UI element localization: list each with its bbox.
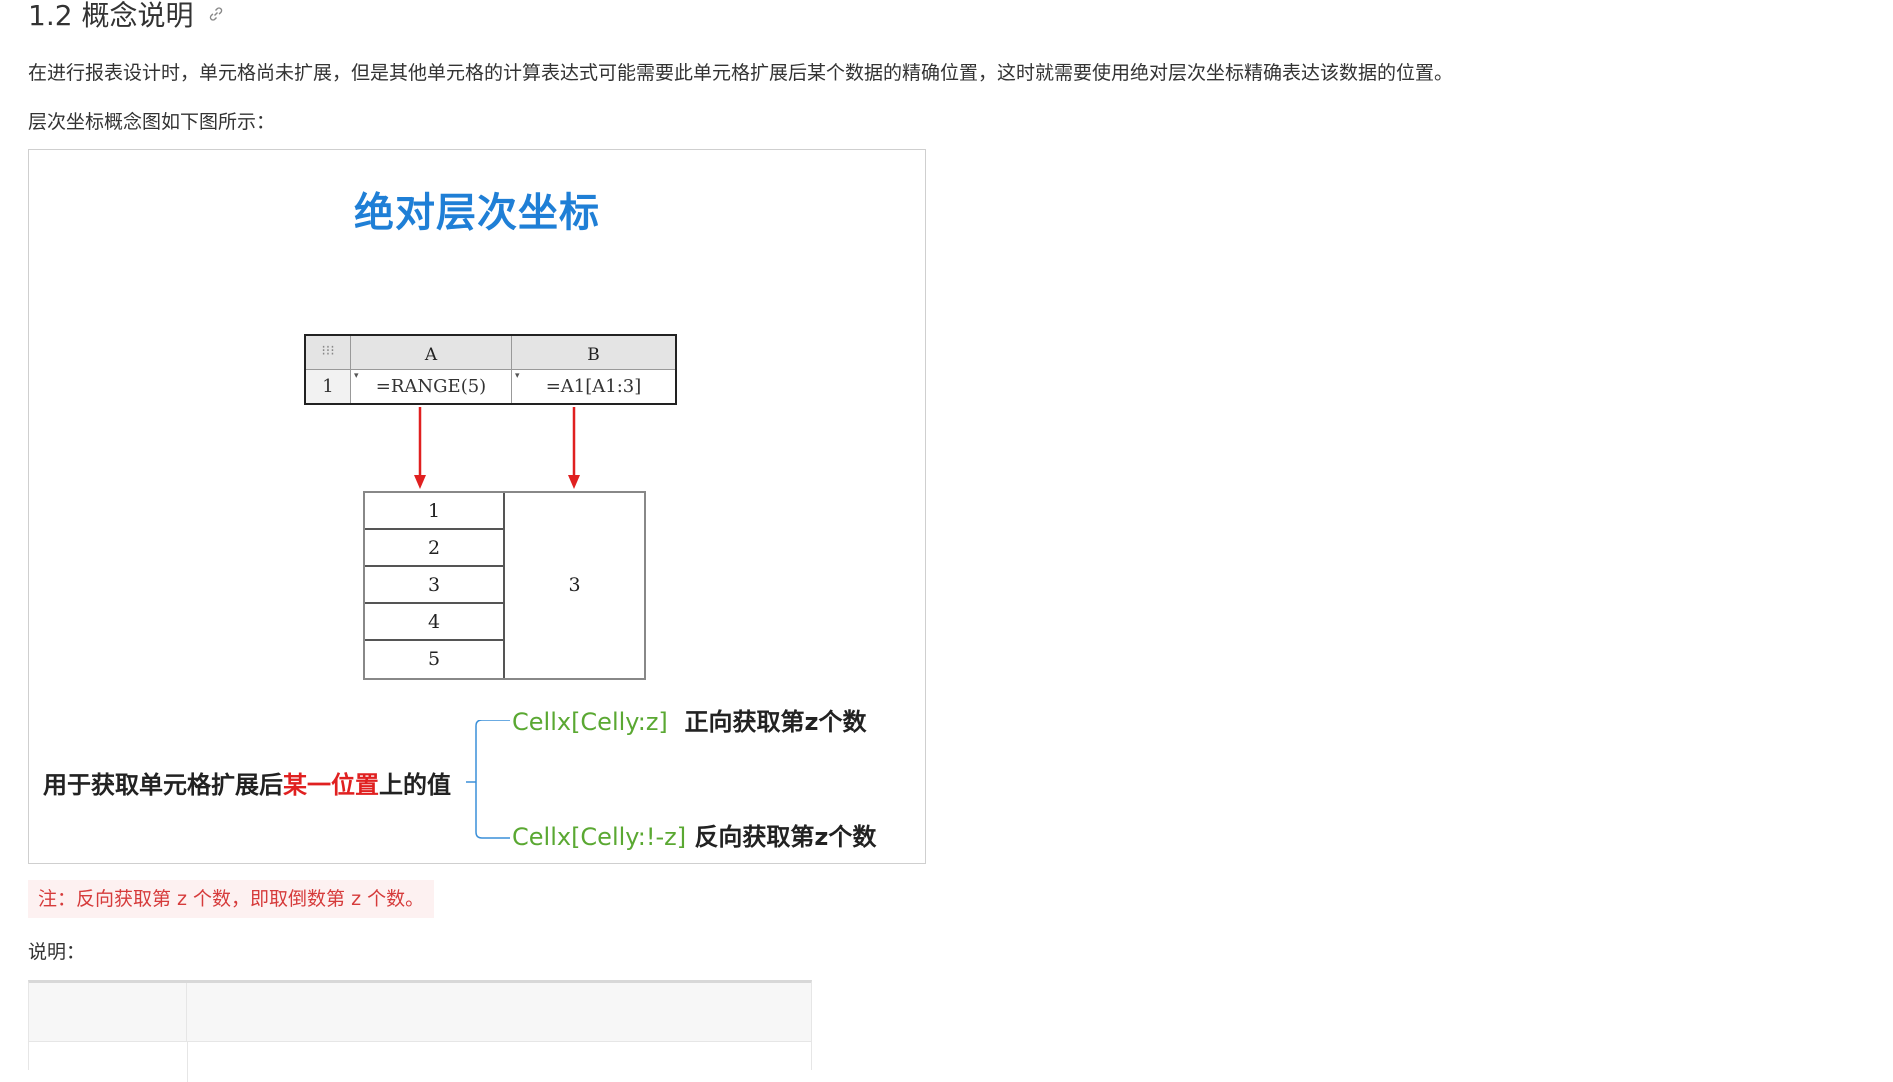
result-column-a: 1 2 3 4 5 — [365, 493, 505, 678]
explain-table — [28, 980, 812, 1082]
expand-marker-icon: ▾ — [515, 371, 520, 381]
grid-column-a-header: A — [351, 336, 512, 370]
result-cell: 4 — [365, 604, 503, 641]
figure-title: 绝对层次坐标 — [354, 190, 600, 236]
result-column-b: 3 — [568, 574, 581, 596]
grid-cell-b1: ▾ =A1[A1:3] — [515, 371, 642, 397]
result-cell: 2 — [365, 530, 503, 567]
link-icon[interactable] — [207, 5, 225, 23]
branch-forward-text: 正向获取第z个数 — [684, 708, 867, 736]
branch-reverse-text: 反向获取第z个数 — [694, 823, 877, 851]
section-heading-text: 1.2 概念说明 — [28, 0, 194, 32]
branch-reverse: Cellx[Celly:!-z] 反向获取第z个数 — [512, 817, 876, 852]
table-divider — [187, 1042, 188, 1082]
grid-row-number: 1 — [306, 370, 351, 403]
section-heading: 1.2 概念说明 — [28, 0, 225, 34]
grid-cell-a1: ▾ =RANGE(5) — [351, 370, 512, 403]
designer-grid: ⁝⁝⁝ A B 1 ▾ =RANGE(5) ▾ =A1[A1:3] — [304, 334, 677, 405]
explain-label: 说明： — [28, 941, 86, 963]
arrow-down-a — [414, 407, 426, 489]
result-cell: 5 — [427, 648, 441, 670]
table-header-cell — [187, 983, 811, 1042]
expand-marker-icon: ▾ — [354, 371, 359, 381]
grid-corner: ⁝⁝⁝ — [306, 336, 351, 370]
result-cell: 3 — [365, 567, 503, 604]
intro-paragraph: 在进行报表设计时，单元格尚未扩展，但是其他单元格的计算表达式可能需要此单元格扩展… — [28, 62, 1454, 84]
grid-column-b-header: B — [512, 336, 675, 370]
arrow-down-b — [568, 407, 580, 489]
caption-highlight: 某一位置 — [283, 771, 379, 799]
note-callout: 注：反向获取第 z 个数，即取倒数第 z 个数。 — [28, 880, 435, 918]
figure-lead-paragraph: 层次坐标概念图如下图所示： — [28, 111, 276, 133]
concept-figure: 绝对层次坐标 ⁝⁝⁝ A B 1 ▾ =RANGE(5) ▾ =A1[A1:3]… — [28, 149, 926, 864]
figure-caption: 用于获取单元格扩展后某一位置上的值 — [43, 771, 451, 799]
branch-forward-code: Cellx[Celly:z] — [512, 708, 668, 736]
branch-bracket — [466, 720, 510, 839]
expanded-result-table: 1 2 3 4 5 3 — [363, 491, 646, 680]
result-cell: 1 — [365, 493, 503, 530]
branch-forward: Cellx[Celly:z] 正向获取第z个数 — [512, 702, 866, 737]
branch-reverse-code: Cellx[Celly:!-z] — [512, 823, 687, 851]
table-header-cell — [29, 983, 187, 1042]
